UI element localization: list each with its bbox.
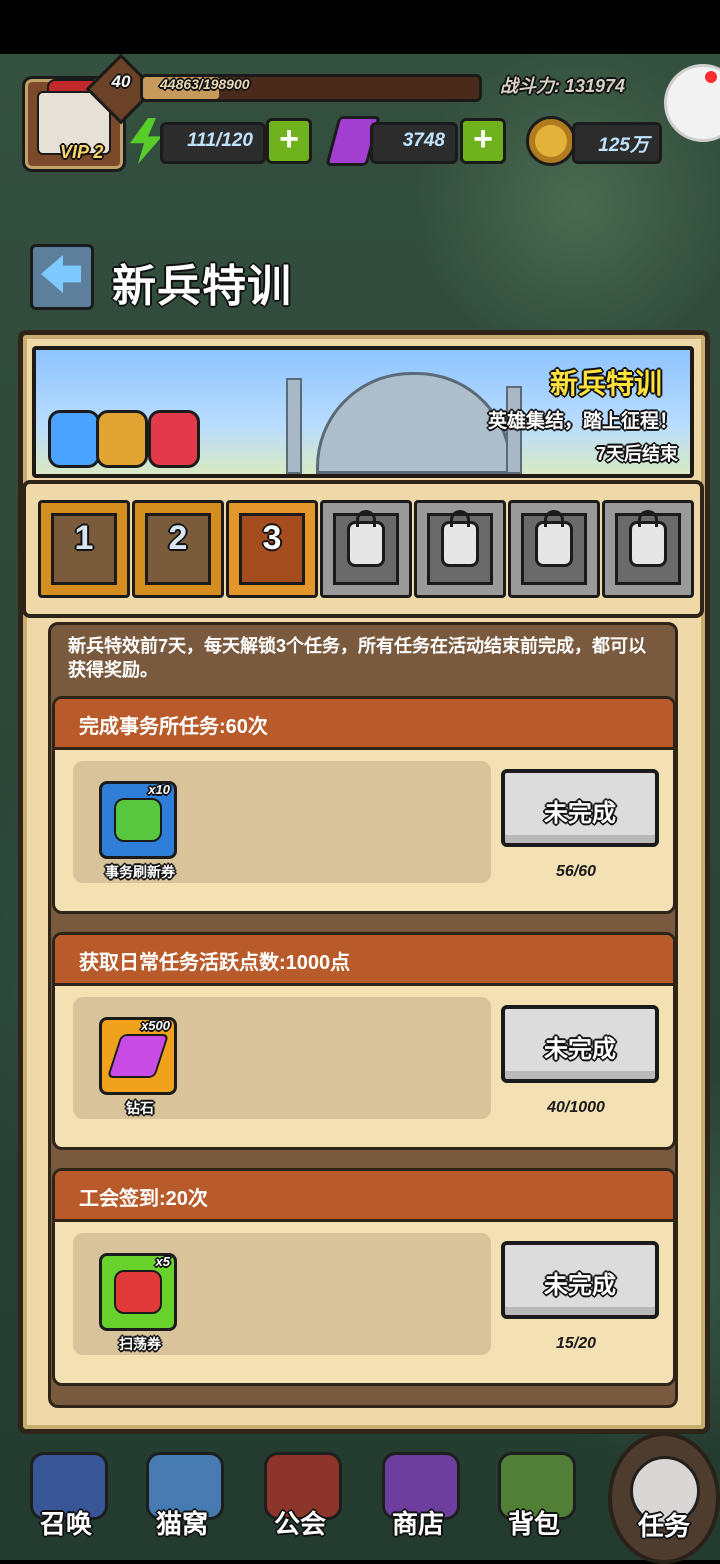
task-progress: 15/20 — [555, 1335, 597, 1352]
task-status-button[interactable]: 未完成 — [501, 1005, 659, 1083]
day-tab-2[interactable]: 2 — [132, 500, 224, 598]
reward-item-sweep-ticket[interactable]: x5 扫荡券 — [99, 1253, 177, 1352]
coin-value: 125万 — [598, 135, 649, 156]
energy-counter: 111/120 — [160, 122, 266, 164]
ticket-icon — [114, 798, 162, 842]
add-energy-button[interactable]: + — [266, 118, 312, 164]
bottom-nav: 召唤 猫窝 公会 商店 背包 任务 — [0, 1424, 720, 1564]
nav-label: 任务 — [637, 1511, 690, 1541]
lock-icon — [535, 510, 573, 567]
hero-warrior — [96, 410, 148, 468]
task-status-label: 未完成 — [544, 800, 616, 827]
lock-icon — [347, 510, 385, 567]
banner-title: 新兵特训 — [549, 368, 662, 399]
reward-quantity: x500 — [141, 1018, 170, 1033]
nav-label: 猫窝 — [155, 1509, 208, 1539]
lock-icon — [629, 510, 667, 567]
task-header: 完成事务所任务:60次 — [55, 699, 673, 750]
day-tab-7[interactable] — [602, 500, 694, 598]
gem-value: 3748 — [402, 130, 445, 151]
reward-name: 钻石 — [126, 1100, 154, 1116]
nav-label: 召唤 — [39, 1509, 92, 1539]
ticket-icon — [114, 1270, 162, 1314]
banner-subtitle: 英雄集结，踏上征程！ — [487, 411, 678, 432]
combat-power: 战斗力: 131974 — [500, 76, 626, 96]
task-progress: 56/60 — [555, 863, 597, 880]
event-banner: 新兵特训 英雄集结，踏上征程！ 7天后结束 — [32, 346, 694, 478]
diamond-icon — [106, 1034, 170, 1078]
task-header: 获取日常任务活跃点数:1000点 — [55, 935, 673, 986]
back-button[interactable] — [30, 244, 94, 310]
day-tab-1[interactable]: 1 — [38, 500, 130, 598]
task-status-label: 未完成 — [544, 1036, 616, 1063]
nav-summon[interactable]: 召唤 — [18, 1442, 114, 1546]
energy-value: 111/120 — [187, 130, 253, 151]
task-status-label: 未完成 — [544, 1272, 616, 1299]
reward-name: 事务刷新券 — [105, 864, 175, 880]
gem-counter: 3748 — [370, 122, 458, 164]
nav-shop[interactable]: 商店 — [370, 1442, 466, 1546]
day-number: 3 — [262, 519, 282, 557]
hero-mage — [148, 410, 200, 468]
add-gem-button[interactable]: + — [460, 118, 506, 164]
xp-text: 44863/198900 — [160, 76, 250, 92]
nav-tasks[interactable]: 任务 — [608, 1432, 720, 1564]
nav-cat-house[interactable]: 猫窝 — [134, 1442, 230, 1546]
task-status-button[interactable]: 未完成 — [501, 769, 659, 847]
day-number: 1 — [74, 519, 94, 557]
day-selector: 1 2 3 — [22, 480, 704, 618]
task-title: 获取日常任务活跃点数:1000点 — [79, 952, 351, 974]
event-description: 新兵特效前7天，每天解锁3个任务，所有任务在活动结束前完成，都可以获得奖励。 — [68, 636, 647, 680]
hero-cat-blue — [48, 410, 100, 468]
task-header: 工会签到:20次 — [55, 1171, 673, 1222]
page-title: 新兵特训 — [112, 262, 292, 311]
task-title: 工会签到:20次 — [79, 1188, 208, 1210]
tower-left — [286, 378, 302, 474]
reward-quantity: x10 — [148, 782, 170, 797]
lock-icon — [441, 510, 479, 567]
coin-icon — [526, 116, 576, 166]
nav-label: 背包 — [507, 1509, 560, 1539]
nav-label: 商店 — [391, 1509, 444, 1539]
task-card-3: 工会签到:20次 x5 扫荡券 未完成 15/20 — [52, 1168, 676, 1386]
day-tab-5[interactable] — [414, 500, 506, 598]
back-arrow-icon — [41, 255, 81, 293]
day-tab-6[interactable] — [508, 500, 600, 598]
task-status-button[interactable]: 未完成 — [501, 1241, 659, 1319]
nav-backpack[interactable]: 背包 — [486, 1442, 582, 1546]
task-title: 完成事务所任务:60次 — [79, 716, 268, 738]
reward-item-refresh-ticket[interactable]: x10 事务刷新券 — [99, 781, 177, 880]
banner-end-time: 7天后结束 — [595, 444, 678, 464]
day-number: 2 — [168, 519, 188, 557]
coin-counter: 125万 — [572, 122, 662, 164]
reward-quantity: x5 — [155, 1254, 170, 1269]
nav-guild[interactable]: 公会 — [252, 1442, 348, 1546]
reward-name: 扫荡券 — [119, 1336, 161, 1352]
dome-building — [316, 372, 512, 474]
vip-label: VIP 2 — [60, 142, 104, 162]
reward-item-diamond[interactable]: x500 钻石 — [99, 1017, 177, 1116]
task-card-2: 获取日常任务活跃点数:1000点 x500 钻石 未完成 40/1000 — [52, 932, 676, 1150]
day-tab-3[interactable]: 3 — [226, 500, 318, 598]
task-progress: 40/1000 — [547, 1099, 605, 1116]
player-level: 40 — [111, 72, 131, 91]
nav-label: 公会 — [273, 1509, 326, 1539]
day-tab-4[interactable] — [320, 500, 412, 598]
task-card-1: 完成事务所任务:60次 x10 事务刷新券 未完成 56/60 — [52, 696, 676, 914]
